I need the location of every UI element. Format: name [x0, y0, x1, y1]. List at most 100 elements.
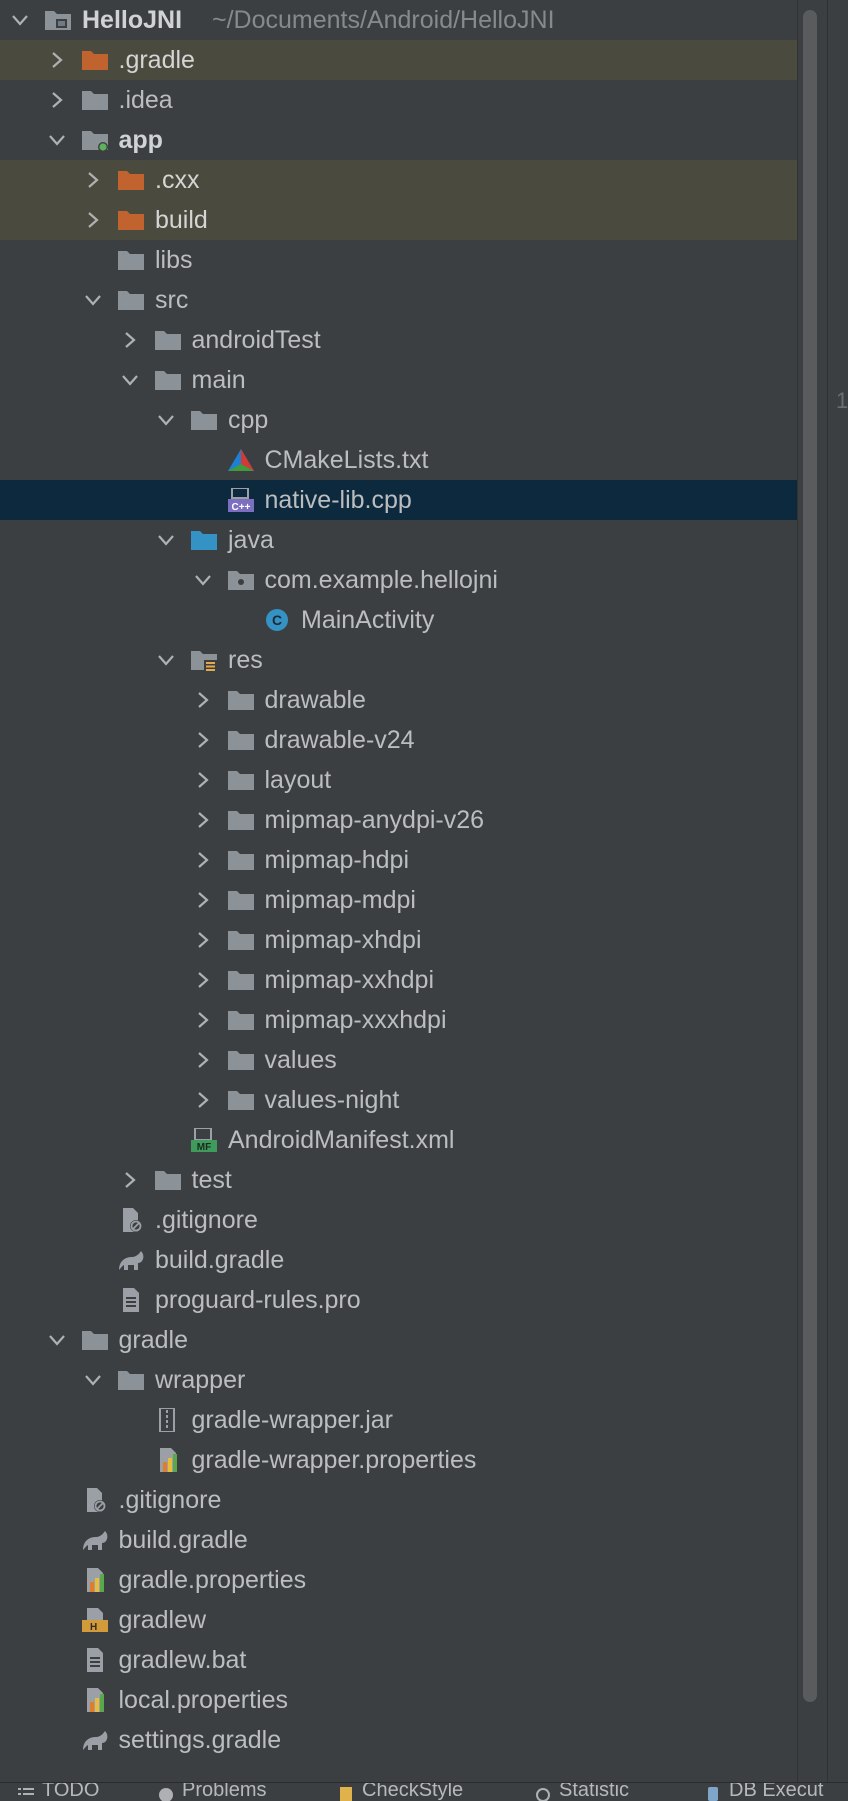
tree-item-gradle-wrapper-jar[interactable]: gradle-wrapper.jar — [0, 1400, 797, 1440]
tool-todo[interactable]: TODO — [18, 1783, 99, 1801]
statistic-icon — [535, 1784, 551, 1801]
tool-statistic[interactable]: Statistic — [535, 1783, 629, 1801]
chevron-right-icon[interactable] — [193, 730, 213, 750]
tree-item-app[interactable]: app — [0, 120, 797, 160]
tree-item-androidmanifest-xml[interactable]: MF AndroidManifest.xml — [0, 1120, 797, 1160]
tree-item-label: gradle-wrapper.properties — [191, 1446, 477, 1474]
tree-item-src[interactable]: src — [0, 280, 797, 320]
tree-item-label: proguard-rules.pro — [155, 1286, 361, 1314]
tree-item-settings-gradle[interactable]: settings.gradle — [0, 1720, 797, 1760]
tree-item-values[interactable]: values — [0, 1040, 797, 1080]
tree-item-values-night[interactable]: values-night — [0, 1080, 797, 1120]
tree-item-mainactivity[interactable]: C MainActivity — [0, 600, 797, 640]
tree-item-label: HelloJNI — [82, 6, 183, 34]
tree-item-build[interactable]: build — [0, 200, 797, 240]
folder-icon — [117, 248, 145, 272]
tree-item-label: .cxx — [155, 166, 200, 194]
tree-item-mipmap-mdpi[interactable]: mipmap-mdpi — [0, 880, 797, 920]
chevron-down-icon[interactable] — [83, 1370, 103, 1390]
chevron-right-icon[interactable] — [83, 210, 103, 230]
tree-item-idea[interactable]: .idea — [0, 80, 797, 120]
tree-item-gradle[interactable]: .gradle — [0, 40, 797, 80]
tree-item-drawable[interactable]: drawable — [0, 680, 797, 720]
tree-item-androidtest[interactable]: androidTest — [0, 320, 797, 360]
tool-db-execute[interactable]: DB Execut — [705, 1783, 823, 1801]
line-number: 1 — [836, 388, 848, 413]
chevron-down-icon[interactable] — [10, 10, 30, 30]
tree-item-libs[interactable]: libs — [0, 240, 797, 280]
tree-item-mipmap-xxxhdpi[interactable]: mipmap-xxxhdpi — [0, 1000, 797, 1040]
tree-item-label: values-night — [264, 1086, 400, 1114]
chevron-down-icon[interactable] — [193, 570, 213, 590]
chevron-right-icon[interactable] — [193, 810, 213, 830]
cmake-icon — [227, 448, 255, 472]
tool-checkstyle[interactable]: CheckStyle — [338, 1783, 463, 1801]
tree-item-cpp[interactable]: cpp — [0, 400, 797, 440]
manifest-icon: MF — [190, 1128, 218, 1152]
chevron-right-icon[interactable] — [193, 1050, 213, 1070]
chevron-right-icon[interactable] — [193, 1010, 213, 1030]
tree-item-local-properties[interactable]: local.properties — [0, 1680, 797, 1720]
tree-item-gradlew-bat[interactable]: gradlew.bat — [0, 1640, 797, 1680]
chevron-right-icon[interactable] — [47, 90, 67, 110]
tree-item-proguard-rules-pro[interactable]: proguard-rules.pro — [0, 1280, 797, 1320]
chevron-right-icon[interactable] — [193, 1090, 213, 1110]
project-path: ~/Documents/Android/HelloJNI — [212, 6, 555, 34]
tree-item-cmakelists-txt[interactable]: CMakeLists.txt — [0, 440, 797, 480]
tree-item-native-lib-cpp[interactable]: C++ native-lib.cpp — [0, 480, 797, 520]
tree-item-mipmap-xhdpi[interactable]: mipmap-xhdpi — [0, 920, 797, 960]
tree-item-mipmap-anydpi-v26[interactable]: mipmap-anydpi-v26 — [0, 800, 797, 840]
gradle-icon — [81, 1728, 109, 1752]
gradle-icon — [117, 1248, 145, 1272]
tree-item-java[interactable]: java — [0, 520, 797, 560]
chevron-right-icon[interactable] — [193, 850, 213, 870]
project-folder-icon — [44, 8, 72, 32]
package-icon — [227, 568, 255, 592]
scrollbar-thumb[interactable] — [803, 10, 817, 1702]
chevron-right-icon[interactable] — [193, 890, 213, 910]
svg-text:C++: C++ — [231, 502, 250, 512]
tree-item-gradlew[interactable]: Hgradlew — [0, 1600, 797, 1640]
tree-item-hellojni[interactable]: HelloJNI ~/Documents/Android/HelloJNI — [0, 0, 797, 40]
chevron-down-icon[interactable] — [47, 130, 67, 150]
tree-item-cxx[interactable]: .cxx — [0, 160, 797, 200]
tree-item-build-gradle[interactable]: build.gradle — [0, 1240, 797, 1280]
tree-item-gradle-wrapper-properties[interactable]: gradle-wrapper.properties — [0, 1440, 797, 1480]
tree-item-main[interactable]: main — [0, 360, 797, 400]
tree-item-label: wrapper — [155, 1366, 246, 1394]
chevron-right-icon[interactable] — [47, 50, 67, 70]
chevron-down-icon[interactable] — [156, 650, 176, 670]
chevron-right-icon[interactable] — [193, 930, 213, 950]
tree-item-res[interactable]: res — [0, 640, 797, 680]
svg-text:MF: MF — [197, 1142, 211, 1152]
tree-item-mipmap-xxhdpi[interactable]: mipmap-xxhdpi — [0, 960, 797, 1000]
tree-item-build-gradle[interactable]: build.gradle — [0, 1520, 797, 1560]
tree-item-label: settings.gradle — [118, 1726, 282, 1754]
chevron-down-icon[interactable] — [47, 1330, 67, 1350]
chevron-down-icon[interactable] — [83, 290, 103, 310]
tree-item-layout[interactable]: layout — [0, 760, 797, 800]
tree-item-label: main — [191, 366, 246, 394]
chevron-down-icon[interactable] — [156, 530, 176, 550]
tree-item-com-example-hellojni[interactable]: com.example.hellojni — [0, 560, 797, 600]
tree-item-gitignore[interactable]: .gitignore — [0, 1200, 797, 1240]
tree-item-gradle[interactable]: gradle — [0, 1320, 797, 1360]
tree-item-drawable-v24[interactable]: drawable-v24 — [0, 720, 797, 760]
chevron-right-icon[interactable] — [193, 970, 213, 990]
text-file-icon — [117, 1288, 145, 1312]
chevron-right-icon[interactable] — [120, 1170, 140, 1190]
tree-item-gitignore[interactable]: .gitignore — [0, 1480, 797, 1520]
chevron-down-icon[interactable] — [156, 410, 176, 430]
tree-item-wrapper[interactable]: wrapper — [0, 1360, 797, 1400]
tree-item-test[interactable]: test — [0, 1160, 797, 1200]
chevron-down-icon[interactable] — [120, 370, 140, 390]
chevron-right-icon[interactable] — [193, 690, 213, 710]
chevron-right-icon[interactable] — [193, 770, 213, 790]
tree-item-label: drawable-v24 — [264, 726, 415, 754]
tree-item-mipmap-hdpi[interactable]: mipmap-hdpi — [0, 840, 797, 880]
tree-item-gradle-properties[interactable]: gradle.properties — [0, 1560, 797, 1600]
chevron-right-icon[interactable] — [83, 170, 103, 190]
tree-item-label: mipmap-hdpi — [264, 846, 410, 874]
chevron-right-icon[interactable] — [120, 330, 140, 350]
tool-problems[interactable]: Problems — [158, 1783, 266, 1801]
